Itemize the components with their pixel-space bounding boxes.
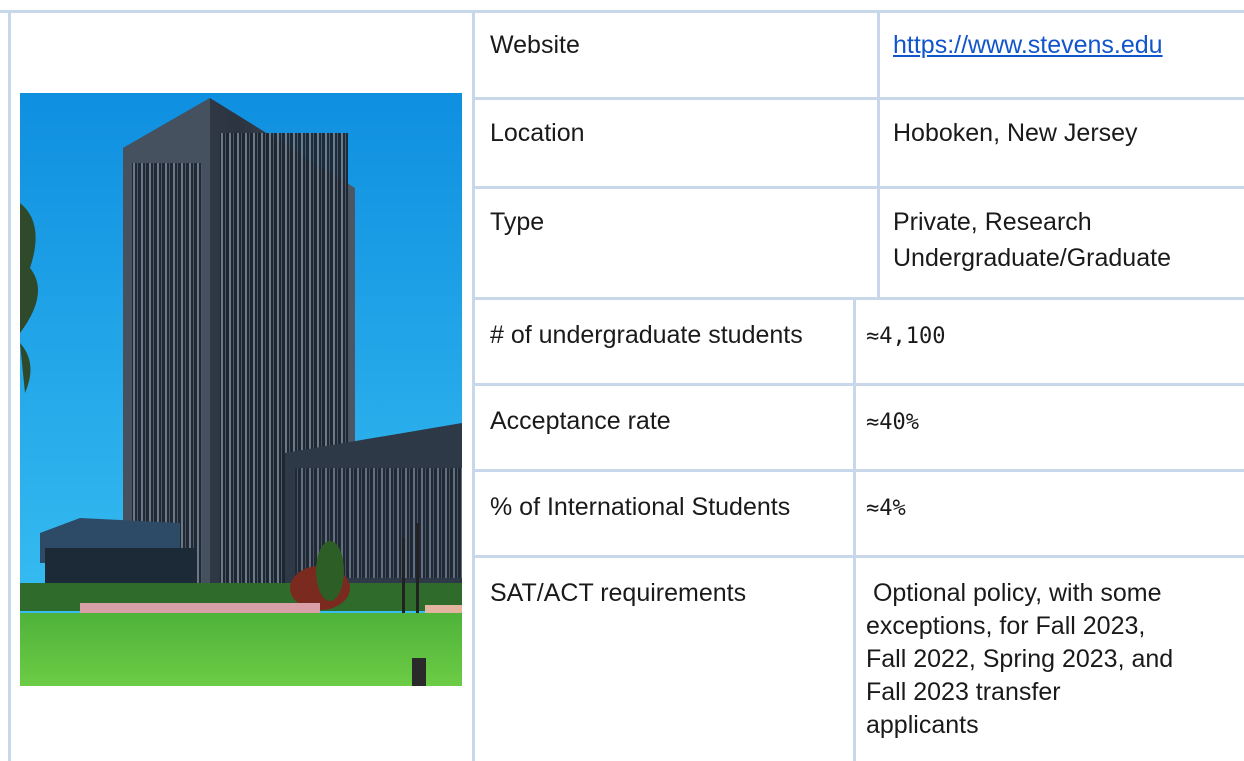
value-sat-act-line4: Fall 2023 transfer <box>866 678 1061 706</box>
label-acceptance-rate: Acceptance rate <box>490 407 671 435</box>
label-international-students: % of International Students <box>490 493 791 521</box>
row-divider <box>473 186 1244 189</box>
label-website: Website <box>490 31 580 59</box>
value-sat-act-line1: Optional policy, with some <box>866 579 1162 607</box>
row-divider <box>473 555 1244 558</box>
value-international-students: ≈4% <box>866 496 906 521</box>
column-divider <box>853 297 856 761</box>
column-divider <box>472 10 475 761</box>
column-divider <box>877 10 880 300</box>
value-type-line2: Undergraduate/Graduate <box>893 244 1171 272</box>
row-divider <box>473 97 1244 100</box>
row-divider <box>473 297 1244 300</box>
value-acceptance-rate: ≈40% <box>866 410 919 435</box>
table-left-border <box>8 10 11 761</box>
row-divider <box>473 383 1244 386</box>
value-type-line1: Private, Research <box>893 208 1092 236</box>
table-top-border <box>0 10 1244 13</box>
value-sat-act-line2: exceptions, for Fall 2023, <box>866 612 1146 640</box>
campus-building-photo <box>20 93 462 686</box>
value-undergraduate-students: ≈4,100 <box>866 324 946 349</box>
value-sat-act-line5: applicants <box>866 711 979 739</box>
value-location: Hoboken, New Jersey <box>893 119 1138 147</box>
label-location: Location <box>490 119 585 147</box>
label-sat-act-requirements: SAT/ACT requirements <box>490 579 747 607</box>
label-undergraduate-students: # of undergraduate students <box>490 321 803 349</box>
website-link[interactable]: https://www.stevens.edu <box>893 29 1163 61</box>
row-divider <box>473 469 1244 472</box>
value-sat-act-line3: Fall 2022, Spring 2023, and <box>866 645 1174 673</box>
label-type: Type <box>490 208 545 236</box>
